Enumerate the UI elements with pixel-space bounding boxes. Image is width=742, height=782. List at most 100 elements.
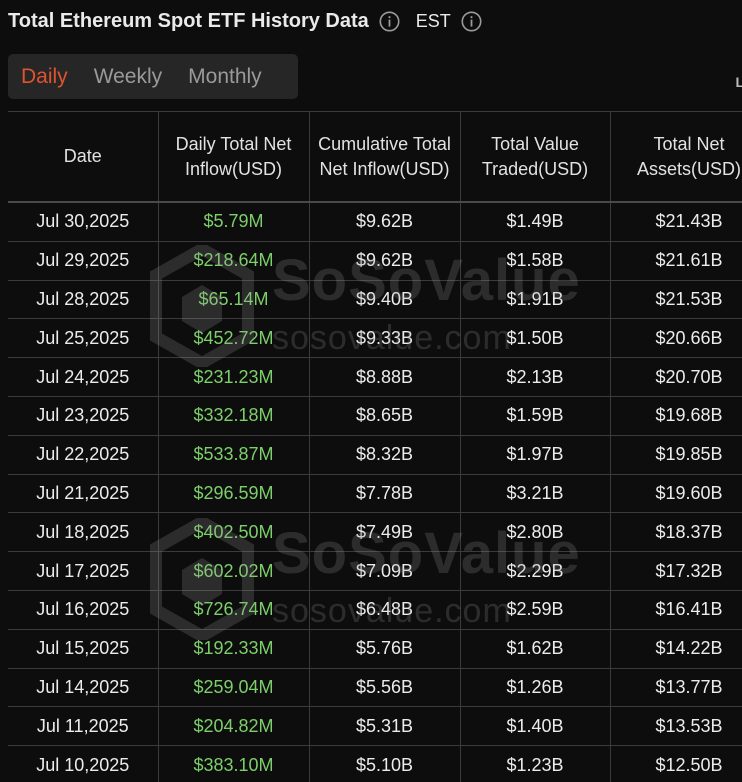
total-value-traded-cell: $2.80B [459,512,611,553]
cumulative-net-inflow-cell: $9.33B [308,318,461,359]
date-cell: Jul 15,2025 [8,629,159,669]
column-header-total-value-traded[interactable]: Total Value Traded(USD) [459,111,611,203]
column-header-date[interactable]: Date [8,111,159,203]
daily-net-inflow-cell: $192.33M [157,629,310,669]
total-net-assets-cell: $16.41B [609,590,742,630]
cumulative-net-inflow-cell: $8.65B [308,396,461,436]
total-net-assets-cell: $17.32B [609,551,742,591]
total-value-traded-cell: $2.29B [459,551,611,591]
cumulative-net-inflow-cell: $8.88B [308,357,461,397]
total-net-assets-cell: $14.22B [609,629,742,669]
page: Total Ethereum Spot ETF History Data EST… [0,0,742,782]
history-table-wrap: Date Daily Total Net Inflow(USD) Cumulat… [8,111,742,782]
total-net-assets-cell: $18.37B [609,512,742,553]
total-value-traded-cell: $2.13B [459,357,611,397]
date-cell: Jul 23,2025 [8,396,159,436]
date-cell: Jul 11,2025 [8,706,159,747]
total-net-assets-cell: $13.77B [609,668,742,708]
cumulative-net-inflow-cell: $9.40B [308,280,461,320]
total-net-assets-cell: $12.50B [609,745,742,782]
daily-net-inflow-cell: $383.10M [157,745,310,782]
daily-net-inflow-cell: $402.50M [157,512,310,553]
info-icon[interactable] [379,11,400,32]
total-value-traded-cell: $1.40B [459,706,611,747]
header: Total Ethereum Spot ETF History Data EST [8,6,482,36]
table-row[interactable]: Jul 24,2025 $231.23M $8.88B $2.13B $20.70B [8,357,742,397]
cumulative-net-inflow-cell: $6.48B [308,590,461,630]
total-net-assets-cell: $19.68B [609,396,742,436]
daily-net-inflow-cell: $5.79M [157,202,310,242]
timezone-info-icon[interactable] [461,11,482,32]
total-net-assets-cell: $19.85B [609,435,742,475]
total-net-assets-cell: $13.53B [609,706,742,747]
cumulative-net-inflow-cell: $9.62B [308,241,461,281]
total-net-assets-cell: $19.60B [609,474,742,514]
cumulative-net-inflow-cell: $5.31B [308,706,461,747]
table-row[interactable]: Jul 17,2025 $602.02M $7.09B $2.29B $17.32B [8,551,742,591]
total-value-traded-cell: $2.59B [459,590,611,630]
daily-net-inflow-cell: $218.64M [157,241,310,281]
table-row[interactable]: Jul 14,2025 $259.04M $5.56B $1.26B $13.77B [8,668,742,708]
tab-monthly[interactable]: Monthly [175,65,275,89]
table-row[interactable]: Jul 30,2025 $5.79M $9.62B $1.49B $21.43B [8,202,742,242]
daily-net-inflow-cell: $259.04M [157,668,310,708]
table-row[interactable]: Jul 18,2025 $402.50M $7.49B $2.80B $18.37B [8,512,742,553]
date-cell: Jul 24,2025 [8,357,159,397]
table-row[interactable]: Jul 15,2025 $192.33M $5.76B $1.62B $14.22B [8,629,742,669]
table-row[interactable]: Jul 22,2025 $533.87M $8.32B $1.97B $19.85B [8,435,742,475]
total-net-assets-cell: $21.61B [609,241,742,281]
total-net-assets-cell: $21.53B [609,280,742,320]
period-tabs: Daily Weekly Monthly [8,54,298,99]
total-value-traded-cell: $1.91B [459,280,611,320]
table-row[interactable]: Jul 10,2025 $383.10M $5.10B $1.23B $12.50B [8,745,742,782]
daily-net-inflow-cell: $726.74M [157,590,310,630]
daily-net-inflow-cell: $452.72M [157,318,310,359]
table-row[interactable]: Jul 28,2025 $65.14M $9.40B $1.91B $21.53B [8,280,742,320]
tab-daily[interactable]: Daily [8,65,81,89]
total-value-traded-cell: $1.97B [459,435,611,475]
cumulative-net-inflow-cell: $7.09B [308,551,461,591]
column-header-daily-net-inflow[interactable]: Daily Total Net Inflow(USD) [157,111,310,203]
total-value-traded-cell: $1.26B [459,668,611,708]
table-row[interactable]: Jul 23,2025 $332.18M $8.65B $1.59B $19.68B [8,396,742,436]
date-cell: Jul 29,2025 [8,241,159,281]
daily-net-inflow-cell: $602.02M [157,551,310,591]
daily-net-inflow-cell: $231.23M [157,357,310,397]
cumulative-net-inflow-cell: $8.32B [308,435,461,475]
corner-mark: L [735,74,742,90]
date-cell: Jul 25,2025 [8,318,159,359]
total-value-traded-cell: $1.50B [459,318,611,359]
date-cell: Jul 21,2025 [8,474,159,514]
column-header-cumulative-net-inflow[interactable]: Cumulative Total Net Inflow(USD) [308,111,461,203]
total-value-traded-cell: $1.59B [459,396,611,436]
table-row[interactable]: Jul 16,2025 $726.74M $6.48B $2.59B $16.41B [8,590,742,630]
date-cell: Jul 16,2025 [8,590,159,630]
cumulative-net-inflow-cell: $7.49B [308,512,461,553]
table-row[interactable]: Jul 25,2025 $452.72M $9.33B $1.50B $20.66B [8,318,742,359]
table-row[interactable]: Jul 11,2025 $204.82M $5.31B $1.40B $13.53B [8,706,742,747]
total-net-assets-cell: $20.70B [609,357,742,397]
table-row[interactable]: Jul 21,2025 $296.59M $7.78B $3.21B $19.60B [8,474,742,514]
table-body: Jul 30,2025 $5.79M $9.62B $1.49B $21.43B Jul … [8,202,742,782]
table-row[interactable]: Jul 29,2025 $218.64M $9.62B $1.58B $21.61B [8,241,742,281]
date-cell: Jul 14,2025 [8,668,159,708]
cumulative-net-inflow-cell: $5.76B [308,629,461,669]
daily-net-inflow-cell: $204.82M [157,706,310,747]
cumulative-net-inflow-cell: $5.10B [308,745,461,782]
timezone-label: EST [415,10,451,31]
date-cell: Jul 28,2025 [8,280,159,320]
date-cell: Jul 22,2025 [8,435,159,475]
cumulative-net-inflow-cell: $5.56B [308,668,461,708]
daily-net-inflow-cell: $65.14M [157,280,310,320]
total-net-assets-cell: $20.66B [609,318,742,359]
date-cell: Jul 10,2025 [8,745,159,782]
date-cell: Jul 17,2025 [8,551,159,591]
date-cell: Jul 30,2025 [8,202,159,242]
table-header-row: Date Daily Total Net Inflow(USD) Cumulat… [8,111,742,203]
total-net-assets-cell: $21.43B [609,202,742,242]
column-header-total-net-assets[interactable]: Total Net Assets(USD) [609,111,742,203]
tab-weekly[interactable]: Weekly [81,65,175,89]
page-title: Total Ethereum Spot ETF History Data [8,9,369,32]
total-value-traded-cell: $3.21B [459,474,611,514]
cumulative-net-inflow-cell: $7.78B [308,474,461,514]
